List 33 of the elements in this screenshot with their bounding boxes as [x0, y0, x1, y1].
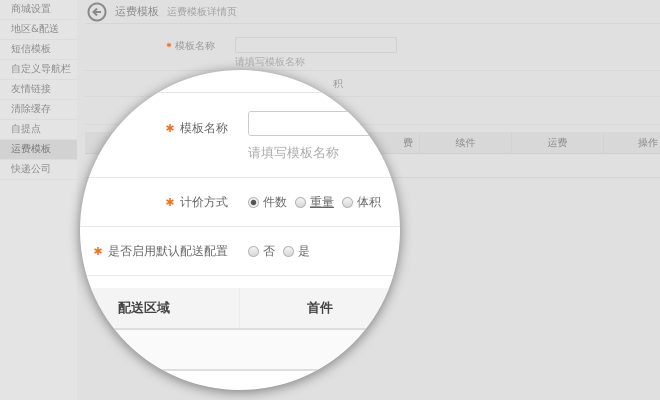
- page-title: 运费模板: [115, 4, 159, 19]
- sidebar-item[interactable]: 短信模板: [0, 40, 77, 60]
- field-label: 模板名称: [175, 40, 215, 53]
- sidebar-item[interactable]: 清除缓存: [0, 100, 77, 120]
- column-header: 续件: [456, 136, 476, 150]
- option-label[interactable]: 否: [263, 242, 275, 260]
- column-header: 配送区域: [118, 300, 170, 317]
- column-header: 操作: [638, 136, 658, 150]
- sidebar-item[interactable]: 地区&配送: [0, 20, 77, 40]
- radio-button[interactable]: [283, 246, 294, 256]
- sidebar-item[interactable]: 运费模板: [0, 140, 77, 160]
- radio-button[interactable]: [342, 196, 353, 208]
- option-label: 积: [333, 78, 343, 90]
- sidebar-item[interactable]: 快递公司: [0, 160, 77, 180]
- sidebar-item[interactable]: 自定义导航栏: [0, 60, 77, 80]
- sidebar-item[interactable]: 商城设置: [0, 0, 77, 20]
- option-label[interactable]: 件数: [263, 194, 287, 210]
- column-header: 费: [403, 136, 413, 150]
- field-label: 模板名称: [180, 120, 228, 136]
- field-label: 是否启用默认配送配置: [108, 242, 228, 260]
- page-subtitle: 运费模板详情页: [167, 6, 237, 18]
- field-label: 计价方式: [180, 194, 228, 210]
- option-label[interactable]: 重量: [310, 194, 334, 210]
- sidebar-item[interactable]: 友情链接: [0, 80, 77, 100]
- hint-text: 请填写模板名称: [248, 145, 340, 162]
- back-icon[interactable]: [87, 2, 107, 22]
- option-label[interactable]: 体积: [357, 194, 381, 210]
- column-header: 首件: [306, 300, 333, 317]
- radio-button[interactable]: [248, 196, 259, 208]
- option-label[interactable]: 是: [298, 242, 310, 260]
- column-header: 运费: [548, 136, 568, 150]
- radio-button[interactable]: [295, 196, 306, 208]
- radio-button[interactable]: [248, 246, 259, 256]
